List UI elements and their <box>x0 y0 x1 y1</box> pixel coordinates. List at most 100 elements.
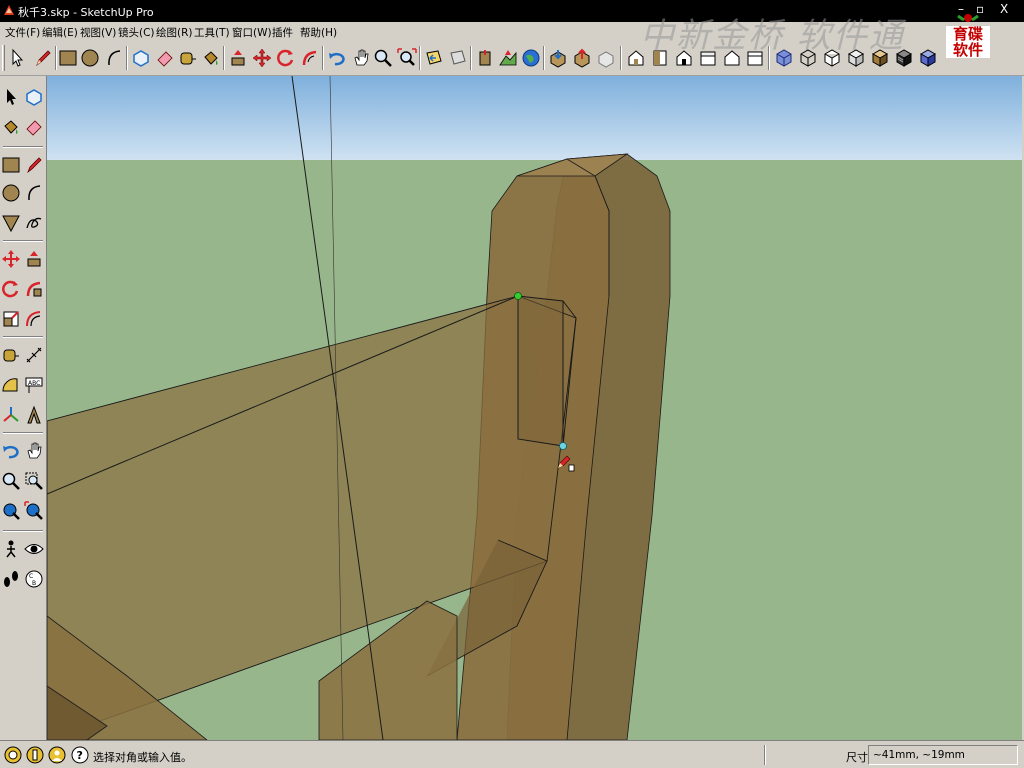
rotate-icon <box>2 280 19 298</box>
magnifier-icon <box>2 472 20 490</box>
palette-pencil-button[interactable] <box>23 152 45 178</box>
menu-plugins[interactable]: 插件 <box>272 25 293 40</box>
svg-text:B: B <box>32 580 36 587</box>
push-pull-icon <box>231 50 245 66</box>
scene-canvas[interactable] <box>47 76 1022 740</box>
endpoint-cyan <box>559 442 567 450</box>
svg-text:?: ? <box>77 749 83 762</box>
palette-move-button[interactable] <box>0 246 22 272</box>
palette-arc-button[interactable] <box>23 180 45 206</box>
make-component-button[interactable] <box>129 46 153 70</box>
tape-measure-button[interactable] <box>176 46 200 70</box>
3d-text-icon <box>27 405 41 424</box>
component-browser-button[interactable] <box>546 46 570 70</box>
palette-circle-button[interactable] <box>0 180 22 206</box>
menu-help[interactable]: 帮助(H) <box>300 25 337 40</box>
help-icon[interactable]: ? <box>71 746 89 764</box>
palette-zoom-button[interactable] <box>0 468 22 494</box>
toggle-terrain-button[interactable] <box>496 46 520 70</box>
orbit-button[interactable] <box>325 46 349 70</box>
arc-tool-button[interactable] <box>102 46 126 70</box>
status-divider <box>764 745 766 765</box>
share-model-button[interactable] <box>594 46 618 70</box>
palette-axes-button[interactable] <box>0 402 22 428</box>
palette-rotate-button[interactable] <box>0 276 22 302</box>
next-view-button[interactable] <box>446 46 470 70</box>
footprints-icon <box>4 571 18 587</box>
svg-text:C: C <box>29 573 33 580</box>
circle-tool-button[interactable] <box>78 46 102 70</box>
pencil-icon <box>27 157 42 174</box>
position-camera-icon <box>6 540 16 558</box>
palette-select-button[interactable] <box>0 84 22 110</box>
zoom-extents-button[interactable] <box>395 46 419 70</box>
palette-tape-measure-button[interactable] <box>0 342 22 368</box>
palette-polygon-button[interactable] <box>0 210 22 236</box>
pencil-tool-button[interactable] <box>31 46 55 70</box>
rectangle-icon <box>2 157 20 173</box>
zoom-window-icon <box>25 472 43 490</box>
credits-icon[interactable] <box>26 746 44 764</box>
rectangle-tool-button[interactable] <box>56 46 80 70</box>
palette-position-camera-button[interactable] <box>0 536 22 562</box>
menu-file[interactable]: 文件(F) <box>5 25 40 40</box>
palette-separator <box>3 146 43 148</box>
menu-window[interactable]: 窗口(W) <box>232 25 272 40</box>
palette-push-pull-button[interactable] <box>23 246 45 272</box>
hand-icon <box>354 49 369 66</box>
sky <box>47 76 1022 160</box>
palette-freehand-button[interactable] <box>23 210 45 236</box>
palette-pan-button[interactable] <box>23 438 45 464</box>
model-viewport[interactable] <box>47 76 1022 740</box>
paint-bucket-button[interactable] <box>199 46 223 70</box>
menu-edit[interactable]: 编辑(E) <box>42 25 78 40</box>
palette-follow-me-button[interactable] <box>23 276 45 302</box>
palette-eraser-button[interactable] <box>23 114 45 140</box>
palette-rectangle-button[interactable] <box>0 152 22 178</box>
add-location-button[interactable] <box>473 46 497 70</box>
palette-section-plane-button[interactable]: CB <box>23 566 45 592</box>
zoom-button[interactable] <box>371 46 395 70</box>
select-tool-button[interactable] <box>5 46 29 70</box>
palette-orbit-button[interactable] <box>0 438 22 464</box>
get-models-button[interactable] <box>519 46 543 70</box>
follow-me-button[interactable] <box>298 46 322 70</box>
palette-3d-text-button[interactable] <box>23 402 45 428</box>
palette-zoom-window-button[interactable] <box>23 468 45 494</box>
palette-offset-button[interactable] <box>23 306 45 332</box>
move-tool-button[interactable] <box>250 46 274 70</box>
color-style-button[interactable] <box>916 46 940 70</box>
download-component-icon <box>550 50 566 68</box>
previous-view-button[interactable] <box>422 46 446 70</box>
eraser-tool-button[interactable] <box>153 46 177 70</box>
rotate-tool-button[interactable] <box>274 46 298 70</box>
palette-text-button[interactable]: ABC <box>23 372 45 398</box>
palette-look-around-button[interactable] <box>23 536 45 562</box>
palette-scale-button[interactable] <box>0 306 22 332</box>
pan-button[interactable] <box>349 46 373 70</box>
share-component-button[interactable] <box>570 46 594 70</box>
status-message: 选择对角或输入值。 <box>93 751 192 764</box>
eraser-icon <box>157 51 173 67</box>
hand-icon <box>27 442 42 459</box>
menu-tools[interactable]: 工具(T) <box>194 25 230 40</box>
palette-paint-bucket-button[interactable] <box>0 114 22 140</box>
menu-camera[interactable]: 镜头(C) <box>118 25 155 40</box>
measurements-input[interactable]: ~41mm, ~19mm <box>868 745 1018 765</box>
menu-view[interactable]: 视图(V) <box>80 25 116 40</box>
palette-zoom-extents-button[interactable] <box>23 498 45 524</box>
close-button[interactable]: X <box>1000 2 1008 16</box>
follow-me-icon <box>26 281 42 297</box>
palette-previous-view-button[interactable] <box>0 498 22 524</box>
zoom-extents-icon <box>24 501 43 520</box>
palette-protractor-button[interactable] <box>0 372 22 398</box>
push-pull-button[interactable] <box>226 46 250 70</box>
palette-walk-button[interactable] <box>0 566 22 592</box>
user-icon[interactable] <box>48 746 66 764</box>
geo-location-icon[interactable] <box>4 746 22 764</box>
palette-dimension-button[interactable] <box>23 342 45 368</box>
toolbar-separator <box>126 46 128 70</box>
menu-draw[interactable]: 绘图(R) <box>156 25 193 40</box>
toolbar-separator <box>620 46 622 70</box>
palette-component-button[interactable] <box>23 84 45 110</box>
